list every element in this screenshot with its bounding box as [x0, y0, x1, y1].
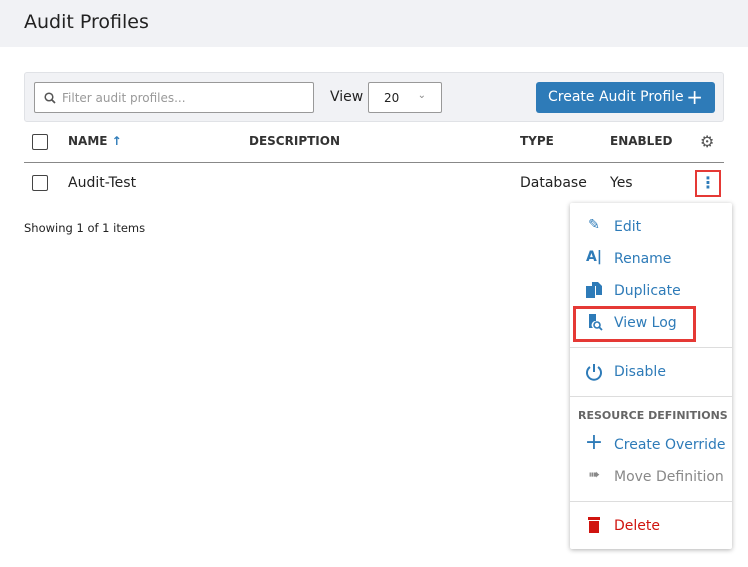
search-input[interactable]: Filter audit profiles... — [34, 82, 314, 113]
row-type: Database — [520, 175, 587, 191]
column-enabled[interactable]: ENABLED — [610, 134, 672, 148]
menu-divider — [570, 347, 732, 348]
highlight-box — [573, 306, 696, 342]
column-name[interactable]: NAME ↑ — [68, 134, 122, 148]
row-actions-menu: ✎ Edit A| Rename Duplicate View Log Disabl… — [570, 203, 732, 549]
row-actions-kebab-icon[interactable]: ⋮ — [695, 170, 721, 197]
row-name[interactable]: Audit-Test — [68, 175, 136, 191]
items-count: Showing 1 of 1 items — [24, 221, 146, 235]
duplicate-icon — [584, 281, 604, 301]
column-description[interactable]: DESCRIPTION — [249, 134, 340, 148]
trash-icon — [584, 516, 604, 536]
menu-divider — [570, 501, 732, 502]
menu-item-create-override[interactable]: + Create Override — [570, 430, 732, 460]
menu-divider — [570, 396, 732, 397]
menu-item-move-definition: ➠ Move Definition — [570, 462, 732, 492]
plus-icon: + — [584, 430, 604, 455]
menu-item-rename[interactable]: A| Rename — [570, 244, 732, 274]
create-audit-profile-button[interactable]: Create Audit Profile + — [536, 82, 715, 113]
power-icon — [584, 362, 604, 382]
sort-asc-icon: ↑ — [111, 134, 122, 148]
search-icon — [44, 92, 56, 104]
page-header: Audit Profiles — [0, 0, 748, 47]
menu-item-delete[interactable]: Delete — [570, 511, 732, 541]
chevron-down-icon: ⌄ — [417, 90, 426, 101]
row-enabled: Yes — [610, 175, 633, 191]
menu-item-duplicate[interactable]: Duplicate — [570, 276, 732, 306]
view-label: View — [330, 89, 364, 105]
menu-item-disable[interactable]: Disable — [570, 357, 732, 387]
pencil-icon: ✎ — [588, 217, 600, 233]
header-divider — [24, 162, 724, 163]
rename-icon: A| — [586, 249, 602, 265]
gear-icon[interactable]: ⚙ — [700, 132, 714, 151]
page-title: Audit Profiles — [24, 11, 149, 33]
move-icon: ➠ — [588, 467, 600, 483]
column-type[interactable]: TYPE — [520, 134, 554, 148]
section-title: RESOURCE DEFINITIONS — [578, 409, 728, 422]
toolbar: Filter audit profiles... View 20 ⌄ Create… — [24, 72, 724, 122]
plus-icon: + — [686, 85, 703, 109]
row-checkbox[interactable] — [32, 175, 48, 191]
select-all-checkbox[interactable] — [32, 134, 48, 150]
page-size-select[interactable]: 20 ⌄ — [368, 82, 442, 113]
menu-item-edit[interactable]: ✎ Edit — [570, 212, 732, 242]
